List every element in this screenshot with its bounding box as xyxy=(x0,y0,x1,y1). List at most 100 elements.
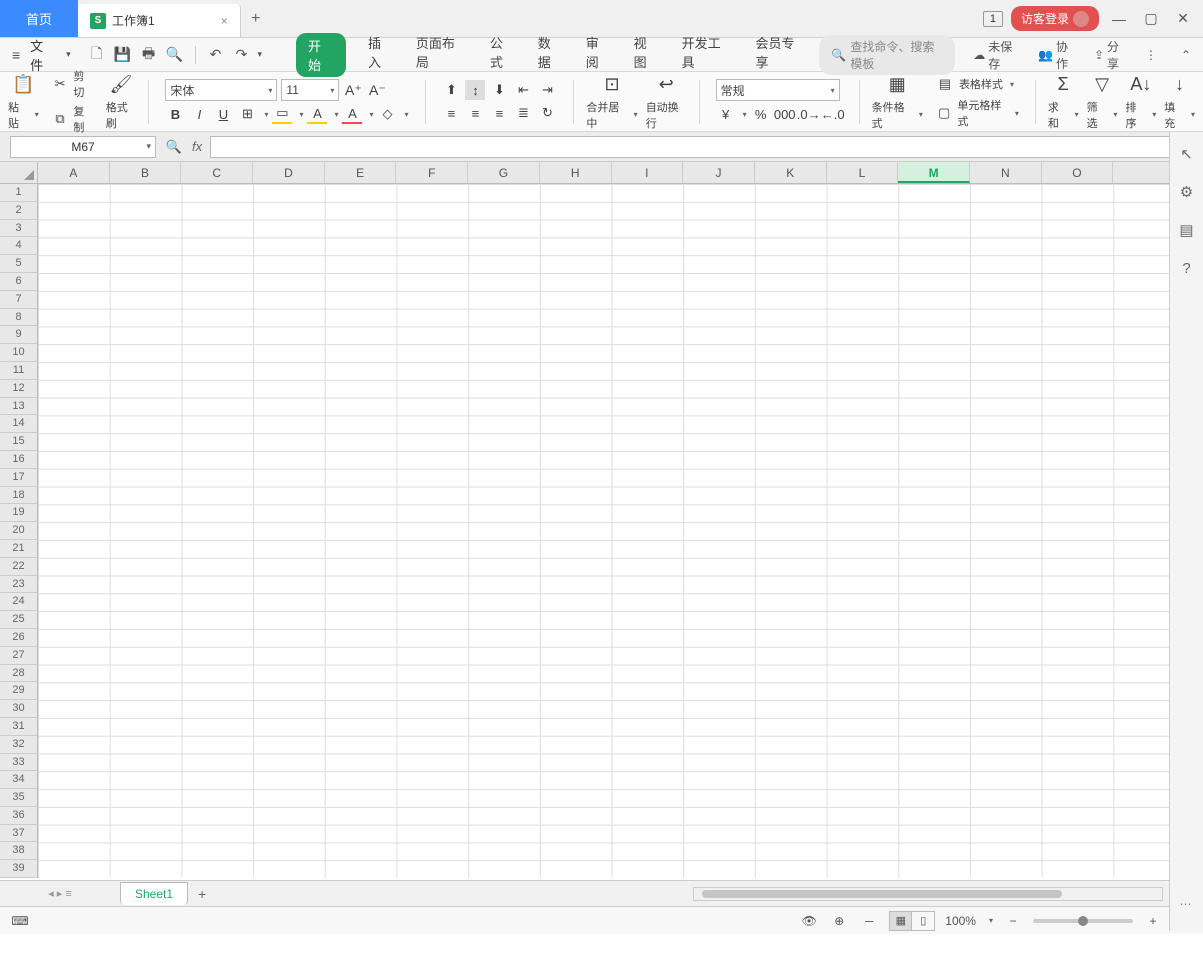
row-header-37[interactable]: 37 xyxy=(0,825,37,843)
share-button[interactable]: ⇪分享 xyxy=(1094,38,1131,72)
paste-button[interactable]: 📋 粘贴▾ xyxy=(8,73,39,131)
help-icon[interactable]: ? xyxy=(1177,258,1197,278)
row-header-21[interactable]: 21 xyxy=(0,540,37,558)
column-header-E[interactable]: E xyxy=(325,162,397,183)
column-header-K[interactable]: K xyxy=(755,162,827,183)
row-header-8[interactable]: 8 xyxy=(0,309,37,327)
border-icon[interactable]: ⊞ xyxy=(237,104,257,124)
page-view-button[interactable]: ▯ xyxy=(912,912,934,930)
align-left-icon[interactable]: ≡ xyxy=(441,103,461,123)
close-window-button[interactable]: ✕ xyxy=(1171,10,1195,27)
filter-button[interactable]: ▽ 筛选▾ xyxy=(1087,73,1118,131)
zoom-out-button[interactable]: − xyxy=(1003,914,1023,928)
sheet-tab-active[interactable]: Sheet1 xyxy=(120,882,188,905)
row-header-19[interactable]: 19 xyxy=(0,504,37,522)
column-header-C[interactable]: C xyxy=(181,162,253,183)
clear-format-icon[interactable]: ◇ xyxy=(377,104,397,124)
more-menu-icon[interactable]: ⋮ xyxy=(1145,48,1157,62)
column-header-I[interactable]: I xyxy=(612,162,684,183)
row-header-38[interactable]: 38 xyxy=(0,842,37,860)
sum-button[interactable]: Σ 求和▾ xyxy=(1048,73,1079,131)
freeze-icon[interactable]: ─ xyxy=(859,914,879,928)
tab-view[interactable]: 视图 xyxy=(634,33,660,77)
print-preview-icon[interactable]: 🔍 xyxy=(165,45,185,65)
row-header-4[interactable]: 4 xyxy=(0,237,37,255)
zoom-slider[interactable] xyxy=(1033,919,1133,923)
eye-icon[interactable]: 👁 xyxy=(799,914,819,928)
row-header-29[interactable]: 29 xyxy=(0,682,37,700)
column-header-O[interactable]: O xyxy=(1042,162,1114,183)
row-header-31[interactable]: 31 xyxy=(0,718,37,736)
file-menu-arrow-icon[interactable]: ▾ xyxy=(66,49,71,60)
column-header-M[interactable]: M xyxy=(898,162,970,183)
zoom-value[interactable]: 100% xyxy=(945,914,976,928)
row-header-36[interactable]: 36 xyxy=(0,807,37,825)
sheet-nav[interactable]: ◂ ▸ ≡ xyxy=(0,887,120,900)
select-tool-icon[interactable]: ↖ xyxy=(1177,144,1197,164)
more-panels-icon[interactable]: ⋯ xyxy=(1180,897,1194,911)
row-header-1[interactable]: 1 xyxy=(0,184,37,202)
comma-icon[interactable]: 000 xyxy=(775,104,795,124)
hamburger-icon[interactable]: ≡ xyxy=(12,47,20,63)
column-header-J[interactable]: J xyxy=(683,162,755,183)
decrease-font-icon[interactable]: A⁻ xyxy=(367,80,387,100)
font-size-select[interactable]: 11▾ xyxy=(281,79,339,101)
number-format-select[interactable]: 常规▾ xyxy=(716,79,840,101)
row-header-32[interactable]: 32 xyxy=(0,736,37,754)
bold-icon[interactable]: B xyxy=(165,104,185,124)
column-header-A[interactable]: A xyxy=(38,162,110,183)
collab-button[interactable]: 👥协作 xyxy=(1038,38,1080,72)
conditional-format-button[interactable]: ▦ 条件格式▾ xyxy=(872,73,923,131)
select-all-corner[interactable] xyxy=(0,162,38,183)
row-header-15[interactable]: 15 xyxy=(0,433,37,451)
save-icon[interactable]: 💾 xyxy=(113,45,133,65)
tab-page-layout[interactable]: 页面布局 xyxy=(416,33,468,77)
document-tab[interactable]: S 工作簿1 × xyxy=(78,4,241,37)
normal-view-button[interactable]: ▦ xyxy=(890,912,912,930)
row-header-9[interactable]: 9 xyxy=(0,326,37,344)
tab-insert[interactable]: 插入 xyxy=(368,33,394,77)
row-header-27[interactable]: 27 xyxy=(0,647,37,665)
row-header-26[interactable]: 26 xyxy=(0,629,37,647)
reading-layout-icon[interactable]: ⊕ xyxy=(829,914,849,928)
redo-icon[interactable]: ↷ xyxy=(232,45,252,65)
row-header-10[interactable]: 10 xyxy=(0,344,37,362)
row-header-39[interactable]: 39 xyxy=(0,860,37,878)
align-justify-icon[interactable]: ≣ xyxy=(513,103,533,123)
increase-font-icon[interactable]: A⁺ xyxy=(343,80,363,100)
name-box[interactable]: M67 ▾ xyxy=(10,136,156,158)
cut-button[interactable]: ✂剪切 xyxy=(51,68,94,100)
unsaved-button[interactable]: ☁未保存 xyxy=(973,38,1024,72)
increase-decimal-icon[interactable]: .0→ xyxy=(799,104,819,124)
text-orientation-icon[interactable]: ↻ xyxy=(537,103,557,123)
row-header-28[interactable]: 28 xyxy=(0,665,37,683)
highlight-icon[interactable]: A xyxy=(307,104,327,124)
name-box-arrow-icon[interactable]: ▾ xyxy=(146,141,151,152)
tab-formula[interactable]: 公式 xyxy=(490,33,516,77)
italic-icon[interactable]: I xyxy=(189,104,209,124)
settings-panel-icon[interactable]: ⚙ xyxy=(1177,182,1197,202)
align-middle-icon[interactable]: ↕ xyxy=(465,80,485,100)
align-top-icon[interactable]: ⬆ xyxy=(441,80,461,100)
formula-input[interactable] xyxy=(210,136,1193,158)
row-header-14[interactable]: 14 xyxy=(0,415,37,433)
column-header-D[interactable]: D xyxy=(253,162,325,183)
tab-review[interactable]: 审阅 xyxy=(586,33,612,77)
zoom-slider-thumb[interactable] xyxy=(1078,916,1088,926)
mode-icon[interactable]: ⌨ xyxy=(10,914,30,928)
zoom-in-button[interactable]: + xyxy=(1143,914,1163,928)
sort-button[interactable]: A↓ 排序▾ xyxy=(1125,73,1156,131)
search-box[interactable]: 🔍 查找命令、搜索模板 xyxy=(819,35,955,75)
maximize-button[interactable]: ▢ xyxy=(1139,10,1163,27)
new-doc-icon[interactable]: 🗋 xyxy=(87,45,107,65)
row-header-24[interactable]: 24 xyxy=(0,593,37,611)
align-center-icon[interactable]: ≡ xyxy=(465,103,485,123)
format-painter-button[interactable]: 🖌 格式刷 xyxy=(106,73,137,131)
align-bottom-icon[interactable]: ⬇ xyxy=(489,80,509,100)
row-header-20[interactable]: 20 xyxy=(0,522,37,540)
row-header-30[interactable]: 30 xyxy=(0,700,37,718)
decrease-decimal-icon[interactable]: ←.0 xyxy=(823,104,843,124)
row-header-11[interactable]: 11 xyxy=(0,362,37,380)
row-header-33[interactable]: 33 xyxy=(0,754,37,772)
align-right-icon[interactable]: ≡ xyxy=(489,103,509,123)
